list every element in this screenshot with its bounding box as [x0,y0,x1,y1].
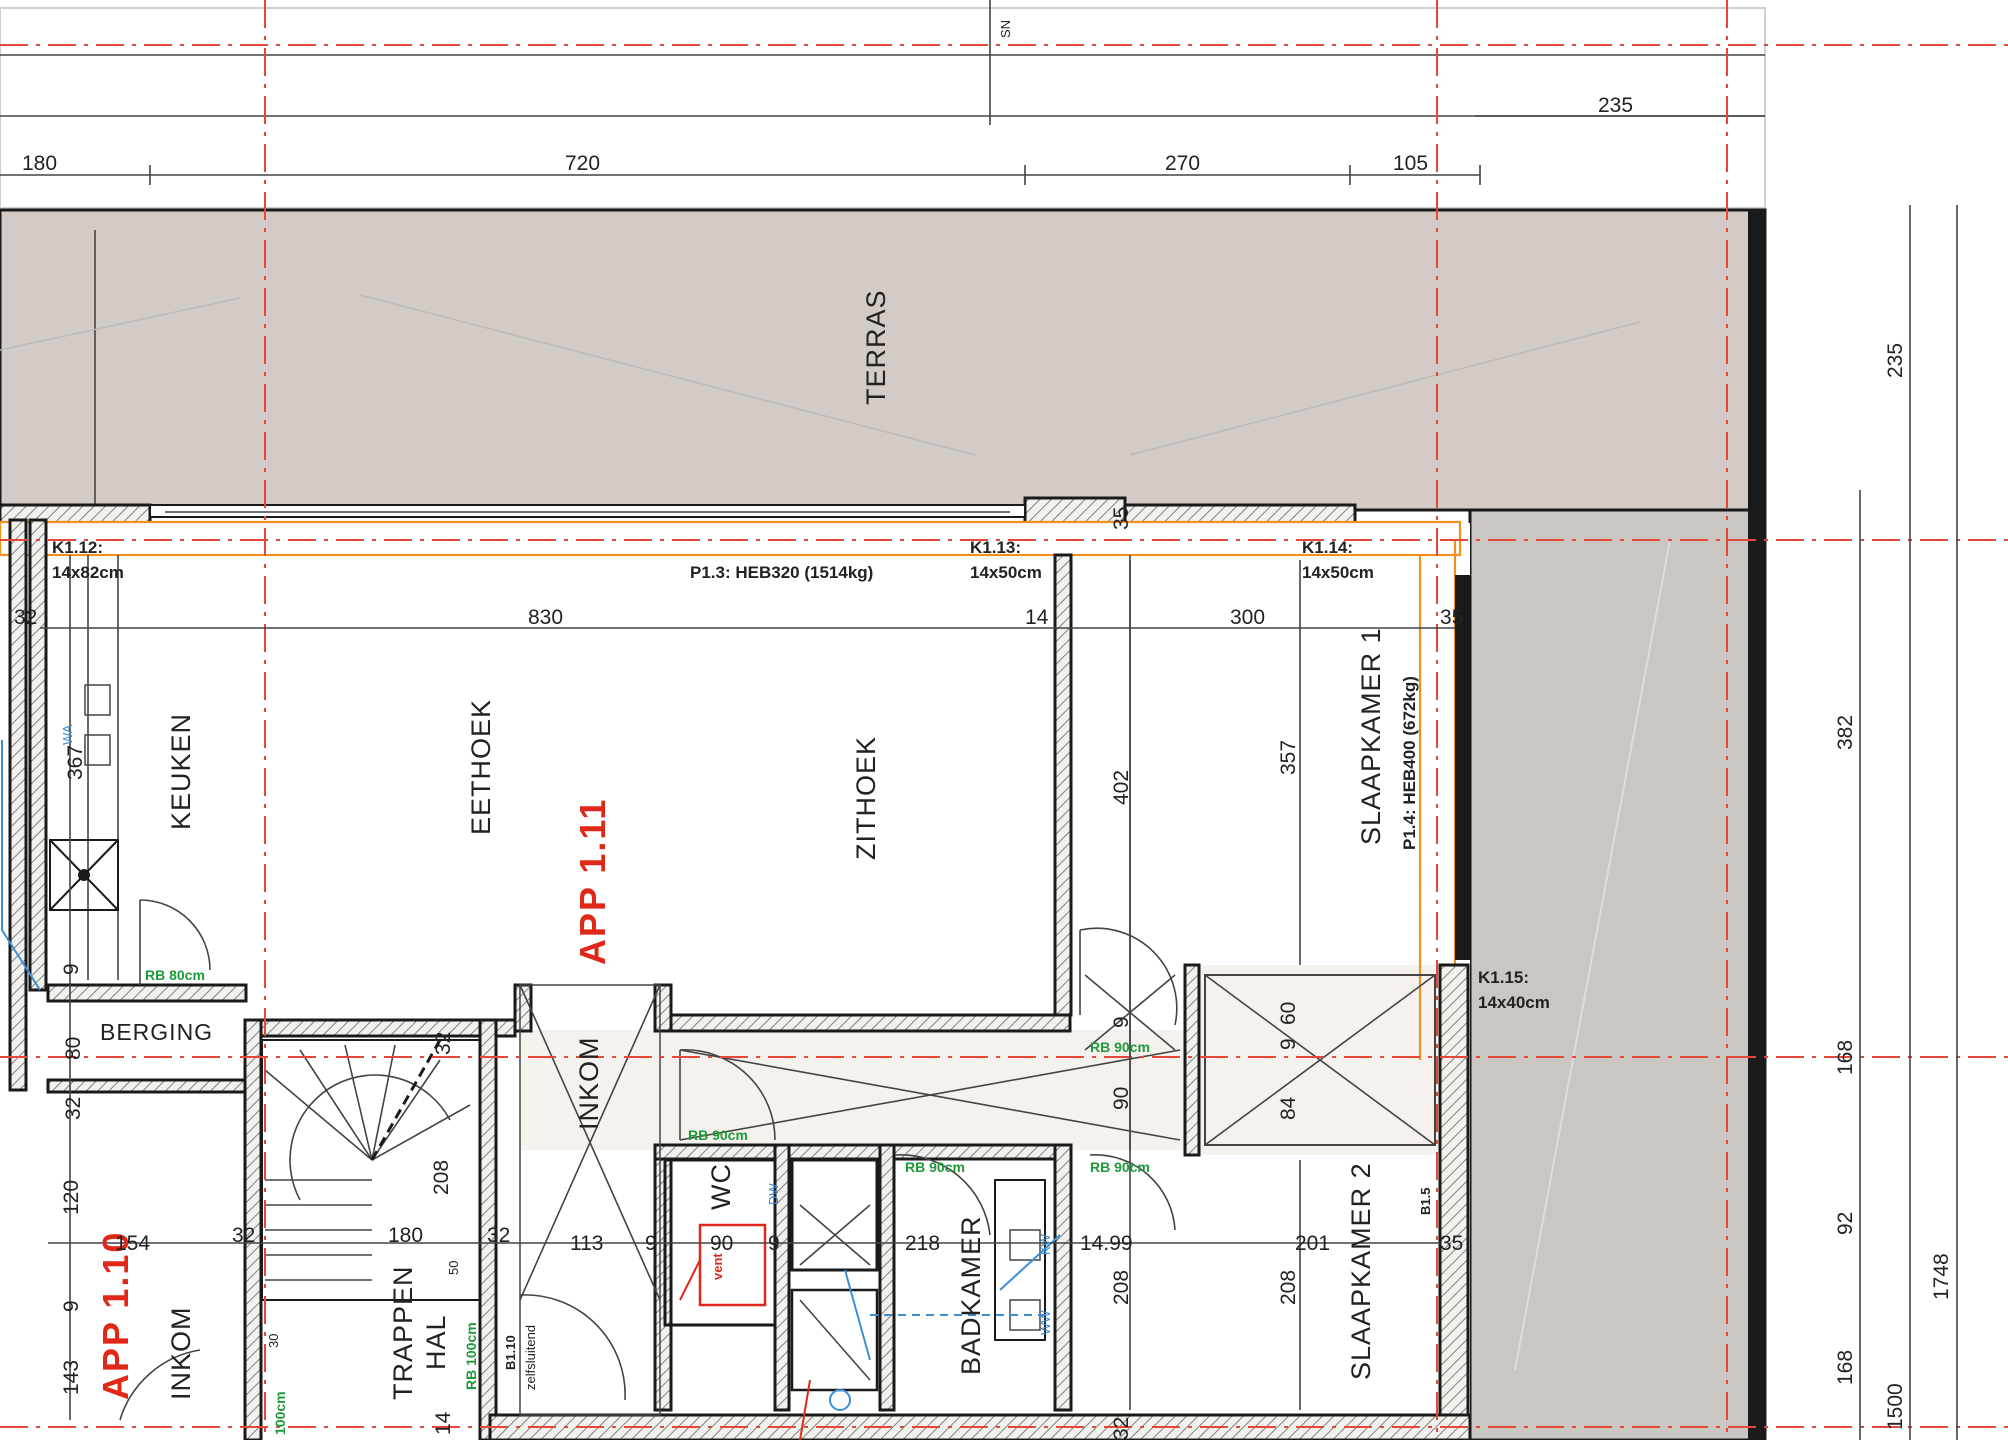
room-inkom-left: INKOM [166,1306,196,1400]
dim-14: 14 [1025,606,1049,629]
dim-208b: 208 [1110,1270,1133,1305]
beam-p14-label: P1.4: HEB400 (672kg) [1400,676,1419,850]
door-100cm: 100cm [272,1391,288,1435]
dim-32d: 32 [232,1224,255,1247]
sn-label: SN [998,20,1013,38]
dim-9b: 9 [1110,1016,1133,1028]
dim-35c: 35 [1440,1232,1463,1255]
room-slaapkamer-1: SLAAPKAMER 1 [1356,627,1386,845]
dim-9d: 9 [645,1232,657,1255]
dim-35a: 35 [1440,606,1463,629]
door-rb90-c: RB 90cm [905,1159,965,1175]
door-rb100: RB 100cm [463,1322,479,1390]
dim-32a: 32 [14,606,37,629]
dim-180b: 180 [388,1224,423,1247]
dim-357: 357 [1277,740,1300,775]
fixture-zelfsluitend: zelfsluitend [523,1325,538,1390]
dim-208a: 208 [430,1160,453,1195]
dim-80: 80 [62,1037,85,1060]
dim-208c: 208 [1277,1270,1300,1305]
dim-top-105: 105 [1393,152,1428,175]
room-slaapkamer-2: SLAAPKAMER 2 [1346,1162,1376,1380]
dim-154: 154 [115,1232,150,1255]
fixture-b10: B1.10 [503,1335,518,1370]
beam-p13-label: P1.3: HEB320 (1514kg) [690,563,873,582]
dim-right-1748: 1748 [1930,1253,1953,1300]
door-rb90-d: RB 90cm [1090,1159,1150,1175]
dim-right-168b: 168 [1834,1350,1857,1385]
fixture-dw: DW [766,1183,781,1205]
dim-90: 90 [1110,1087,1133,1110]
beam-k115-label: K1.15: [1478,968,1529,987]
fixture-wa: WA [60,724,75,745]
door-rb90-b: RB 90cm [688,1127,748,1143]
dim-201: 201 [1295,1232,1330,1255]
dim-32e: 32 [487,1224,510,1247]
beam-k113-label: K1.13: [970,538,1021,557]
dim-90b: 90 [710,1232,733,1255]
beam-k112-size: 14x82cm [52,563,124,582]
room-zithoek: ZITHOEK [851,736,881,860]
dim-402: 402 [1110,770,1133,805]
dim-14-99: 14.99 [1080,1232,1133,1255]
dim-right-92: 92 [1834,1212,1857,1235]
dim-32c: 32 [432,1032,455,1055]
fixture-ww: WW [1038,1310,1053,1335]
beam-k114-size: 14x50cm [1302,563,1374,582]
room-inkom-main: INKOM [574,1036,604,1130]
door-rb80: RB 80cm [145,967,205,983]
room-berging: BERGING [100,1019,213,1045]
dim-9c: 9 [1277,1038,1300,1050]
room-badkamer: BADKAMER [956,1215,986,1375]
room-keuken: KEUKEN [166,713,196,830]
beam-k112-label: K1.12: [52,538,103,557]
room-trappen: TRAPPEN [388,1265,418,1400]
dim-60: 60 [1277,1002,1300,1025]
dim-9a: 9 [60,963,83,975]
dim-30: 30 [266,1334,281,1348]
dim-right-168a: 168 [1834,1040,1857,1075]
dim-143: 143 [60,1360,83,1395]
dim-right-382: 382 [1834,715,1857,750]
dim-9f: 9 [60,1300,83,1312]
beam-k115-size: 14x40cm [1478,993,1550,1012]
dim-top-180: 180 [22,152,57,175]
dim-218: 218 [905,1232,940,1255]
dim-120: 120 [60,1180,83,1215]
fixture-kw: KW [1038,1233,1053,1255]
dim-top-235: 235 [1598,94,1633,117]
dim-113: 113 [570,1232,603,1255]
dim-35b: 35 [1110,507,1133,530]
dim-14b: 14 [432,1411,455,1435]
dim-9e: 9 [768,1232,780,1255]
dim-84: 84 [1277,1096,1300,1120]
dim-830: 830 [528,606,563,629]
dim-50: 50 [446,1261,461,1275]
dim-top-270: 270 [1165,152,1200,175]
app-1-11-label: APP 1.11 [572,798,613,965]
dim-top-720: 720 [565,152,600,175]
fixture-vent: vent [710,1253,725,1280]
beam-k114-label: K1.14: [1302,538,1353,557]
fixture-b15: B1.5 [1418,1188,1433,1215]
beam-k113-size: 14x50cm [970,563,1042,582]
room-eethoek: EETHOEK [466,699,496,835]
dim-32f: 32 [1110,1417,1133,1440]
app-1-10-label: APP 1.10 [95,1231,136,1400]
terras-label: TERRAS [861,289,891,405]
dim-right-235: 235 [1884,343,1907,378]
dim-right-1500: 1500 [1884,1383,1907,1430]
room-wc: WC [706,1163,736,1210]
floor-plan: SN 180 720 270 105 235 TERRAS 235 382 16… [0,0,2008,1440]
dim-300: 300 [1230,606,1265,629]
door-rb90-a: RB 90cm [1090,1039,1150,1055]
dim-32b: 32 [62,1097,85,1120]
dim-367: 367 [64,745,87,780]
room-hal: HAL [421,1314,451,1370]
